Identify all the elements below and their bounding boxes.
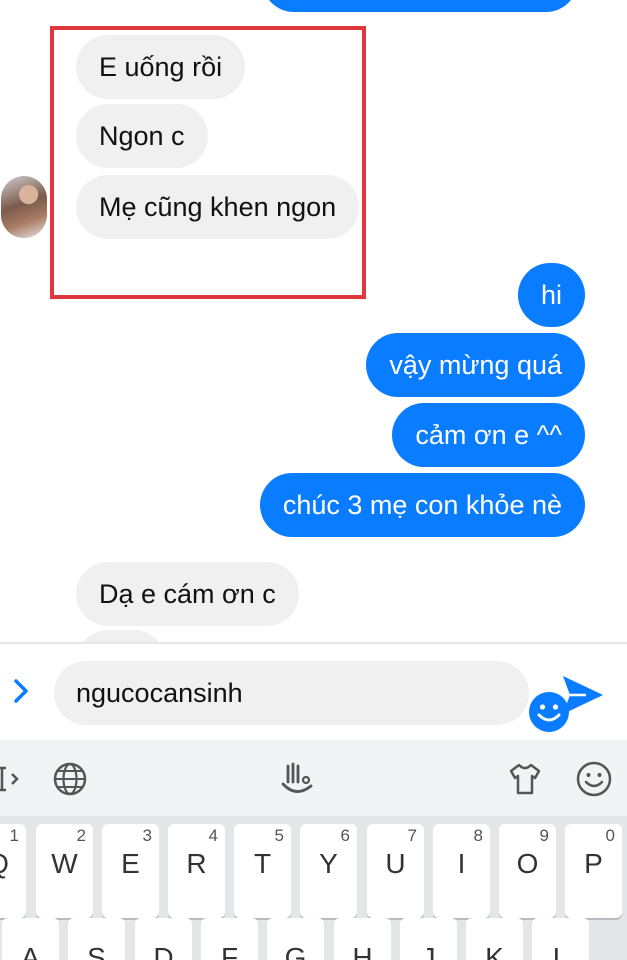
key-letter: G — [284, 942, 307, 960]
keyboard: 1 Q 2 W 3 E 4 R 5 T 6 Y 7 U 8 I 9 O 0 P … — [0, 740, 627, 960]
key-letter: Y — [319, 848, 338, 879]
key-letter: W — [51, 848, 78, 879]
key-hint: 8 — [473, 826, 483, 845]
key-letter: H — [352, 942, 373, 960]
key-letter: R — [186, 848, 207, 879]
key-hint: 3 — [142, 826, 152, 845]
key-letter: F — [220, 942, 239, 960]
key-letter: K — [485, 942, 504, 960]
cursor-icon[interactable] — [0, 760, 32, 798]
outgoing-message-partial — [262, 0, 578, 12]
key-i[interactable]: 8 I — [433, 824, 490, 918]
globe-icon[interactable] — [51, 760, 89, 798]
incoming-message[interactable]: E uống rồi — [76, 35, 246, 99]
outgoing-message[interactable]: cảm ơn e ^^ — [392, 403, 585, 467]
contact-avatar[interactable] — [1, 176, 47, 238]
message-input[interactable] — [76, 661, 466, 725]
key-hint: 2 — [76, 826, 86, 845]
key-letter: O — [516, 848, 539, 879]
key-l[interactable]: L — [532, 918, 589, 960]
message-composer — [0, 642, 627, 740]
key-letter: L — [552, 942, 569, 960]
key-q[interactable]: 1 Q — [0, 824, 26, 918]
key-k[interactable]: K — [466, 918, 523, 960]
key-h[interactable]: H — [334, 918, 391, 960]
key-u[interactable]: 7 U — [367, 824, 424, 918]
shirt-icon[interactable] — [506, 760, 544, 798]
incoming-message-partial — [76, 630, 166, 642]
gesture-icon[interactable] — [278, 760, 316, 798]
key-s[interactable]: S — [68, 918, 125, 960]
key-e[interactable]: 3 E — [102, 824, 159, 918]
key-letter: S — [87, 942, 106, 960]
chevron-right-icon[interactable] — [6, 676, 36, 706]
key-j[interactable]: J — [400, 918, 457, 960]
key-hint: 9 — [539, 826, 549, 845]
key-letter: T — [253, 848, 272, 879]
key-o[interactable]: 9 O — [499, 824, 556, 918]
key-letter: U — [385, 848, 406, 879]
key-y[interactable]: 6 Y — [300, 824, 357, 918]
key-letter: J — [421, 942, 436, 960]
key-t[interactable]: 5 T — [234, 824, 291, 918]
send-icon[interactable] — [560, 672, 606, 718]
key-r[interactable]: 4 R — [168, 824, 225, 918]
keyboard-toolbar — [0, 740, 627, 816]
key-letter: Q — [0, 848, 26, 880]
key-hint: 0 — [605, 826, 615, 845]
message-thread[interactable]: E uống rồi Ngon c Mẹ cũng khen ngon hi v… — [0, 0, 627, 642]
key-p[interactable]: 0 P — [565, 824, 622, 918]
key-a[interactable]: A — [2, 918, 59, 960]
key-hint: 4 — [208, 826, 218, 845]
key-hint: 6 — [340, 826, 350, 845]
smiley-icon[interactable] — [575, 760, 613, 798]
incoming-message[interactable]: Ngon c — [76, 104, 208, 168]
key-g[interactable]: G — [267, 918, 324, 960]
key-letter: E — [121, 848, 140, 879]
key-w[interactable]: 2 W — [36, 824, 93, 918]
outgoing-message[interactable]: vậy mừng quá — [366, 333, 585, 397]
key-letter: P — [584, 848, 603, 879]
incoming-message[interactable]: Dạ e cám ơn c — [76, 562, 299, 626]
outgoing-message[interactable]: hi — [517, 263, 585, 327]
key-hint: 1 — [9, 826, 19, 845]
key-letter: A — [21, 942, 40, 960]
key-letter: I — [457, 848, 466, 879]
message-input-container[interactable] — [54, 661, 569, 732]
key-hint: 5 — [274, 826, 284, 845]
outgoing-message[interactable]: chúc 3 mẹ con khỏe nè — [259, 473, 585, 537]
key-f[interactable]: F — [201, 918, 258, 960]
key-letter: D — [153, 942, 174, 960]
key-d[interactable]: D — [135, 918, 192, 960]
key-hint: 7 — [407, 826, 417, 845]
incoming-message[interactable]: Mẹ cũng khen ngon — [76, 175, 360, 239]
